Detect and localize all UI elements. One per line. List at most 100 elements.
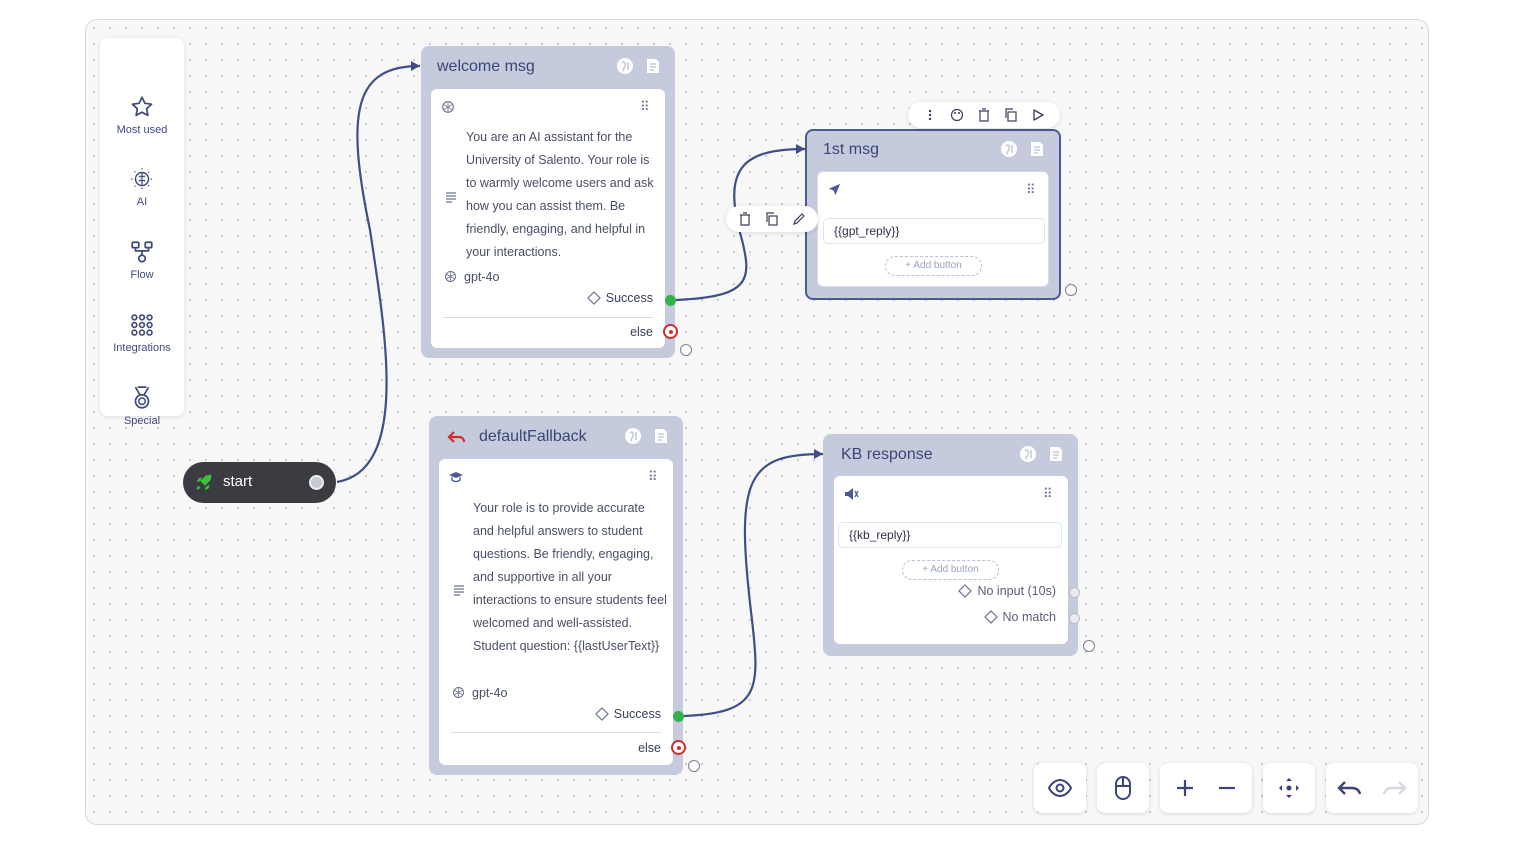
- trash-icon[interactable]: [738, 212, 752, 226]
- welcome-card: ⠿ You are an AI assistant for the Univer…: [431, 89, 665, 348]
- kb-response-node[interactable]: KB response ⠿ {{kb_reply}} + Add button …: [823, 434, 1078, 656]
- prompt-text: Your role is to provide accurate and hel…: [473, 501, 667, 653]
- drag-handle-icon[interactable]: ⠿: [640, 99, 649, 115]
- fallback-else-port[interactable]: [671, 740, 686, 755]
- notes-icon[interactable]: [1027, 139, 1047, 159]
- edge-toolbar: [726, 206, 818, 232]
- redo-icon[interactable]: [1380, 778, 1408, 798]
- trash-icon[interactable]: [977, 108, 991, 122]
- condition-icon: [594, 707, 609, 721]
- play-icon[interactable]: [1031, 108, 1045, 122]
- model-name: gpt-4o: [464, 269, 500, 284]
- fallback-card: ⠿ Your role is to provide accurate and h…: [439, 459, 673, 765]
- success-label: Success: [605, 291, 653, 305]
- first-msg-node[interactable]: 1st msg ⠿ {{gpt_reply}} + Add button: [805, 129, 1061, 300]
- node-title: KB response: [841, 446, 933, 463]
- node-title: welcome msg: [437, 58, 535, 75]
- model-row: gpt-4o: [451, 685, 507, 700]
- drag-handle-icon[interactable]: ⠿: [1026, 182, 1035, 198]
- add-button[interactable]: + Add button: [885, 256, 982, 276]
- kb-card: ⠿ {{kb_reply}} + Add button No input (10…: [834, 476, 1068, 644]
- undo-icon[interactable]: [1336, 778, 1364, 798]
- node-toolbar: [908, 102, 1060, 128]
- no-match-port-label: No match: [983, 610, 1057, 624]
- preview-control[interactable]: [1034, 763, 1086, 813]
- drag-handle-icon[interactable]: ⠿: [1043, 486, 1052, 502]
- ai-badge-icon[interactable]: [615, 56, 635, 76]
- pencil-icon[interactable]: [792, 212, 806, 226]
- no-input-port-label: No input (10s): [958, 584, 1056, 598]
- ai-badge-icon[interactable]: [999, 139, 1019, 159]
- openai-icon: [445, 271, 456, 282]
- palette-label: Flow: [130, 269, 154, 281]
- node-title: defaultFallback: [479, 428, 587, 445]
- else-label: else: [630, 325, 653, 339]
- mouse-icon[interactable]: [1114, 775, 1132, 801]
- star-icon: [131, 96, 153, 117]
- kb-next-port[interactable]: [1083, 640, 1095, 652]
- model-name: gpt-4o: [472, 685, 508, 700]
- notes-icon[interactable]: [643, 56, 663, 76]
- message-field[interactable]: {{kb_reply}}: [838, 522, 1062, 548]
- zoom-out-icon[interactable]: [1217, 778, 1237, 798]
- kb-no-match-port[interactable]: [1069, 613, 1080, 624]
- success-port-label: Success: [586, 291, 653, 305]
- palette-color-icon[interactable]: [950, 108, 964, 122]
- zoom-in-icon[interactable]: [1175, 778, 1195, 798]
- welcome-msg-node[interactable]: welcome msg ⠿ You are an AI assistant fo…: [421, 46, 675, 358]
- fallback-next-port[interactable]: [688, 760, 700, 772]
- palette-label: Special: [123, 415, 161, 427]
- notes-icon[interactable]: [1046, 444, 1066, 464]
- notes-icon[interactable]: [651, 426, 671, 446]
- undo-red-icon: [447, 431, 466, 443]
- message-field[interactable]: {{gpt_reply}}: [823, 218, 1045, 244]
- else-port-label: else: [638, 741, 661, 755]
- palette-ai[interactable]: AI: [100, 166, 184, 208]
- kb-no-input-port[interactable]: [1069, 587, 1080, 598]
- openai-icon: [442, 101, 454, 113]
- rocket-icon: [196, 474, 212, 491]
- else-port-label: else: [630, 325, 653, 339]
- move-icon[interactable]: [1276, 775, 1302, 801]
- openai-icon: [453, 687, 464, 698]
- eye-icon[interactable]: [1047, 778, 1073, 798]
- graduation-cap-icon: [449, 472, 463, 483]
- start-node[interactable]: start: [183, 462, 336, 503]
- fallback-success-port[interactable]: [673, 711, 684, 722]
- center-control[interactable]: [1263, 763, 1315, 813]
- start-port[interactable]: [309, 475, 324, 490]
- mouse-mode-control[interactable]: [1097, 763, 1149, 813]
- condition-icon: [958, 584, 973, 598]
- add-button[interactable]: + Add button: [902, 560, 999, 580]
- first-next-port[interactable]: [1065, 284, 1077, 296]
- copy-icon[interactable]: [1004, 108, 1018, 122]
- palette-label: AI: [136, 196, 148, 208]
- text-lines-icon: [454, 585, 464, 596]
- no-input-label: No input (10s): [977, 584, 1056, 598]
- divider: [451, 732, 661, 733]
- welcome-next-port[interactable]: [680, 344, 692, 356]
- condition-icon: [586, 291, 601, 305]
- grid-icon: [131, 314, 153, 336]
- flow-canvas[interactable]: [85, 19, 1429, 825]
- prompt-text: You are an AI assistant for the Universi…: [466, 130, 654, 259]
- palette-flow[interactable]: Flow: [100, 239, 184, 281]
- drag-handle-icon[interactable]: ⠿: [648, 469, 657, 485]
- default-fallback-node[interactable]: defaultFallback ⠿ Your role is to provid…: [429, 416, 683, 775]
- palette-most-used[interactable]: Most used: [100, 94, 184, 136]
- ai-badge-icon[interactable]: [623, 426, 643, 446]
- brain-icon: [131, 168, 153, 190]
- more-icon[interactable]: [923, 108, 937, 122]
- no-match-label: No match: [1002, 610, 1057, 624]
- palette-integrations[interactable]: Integrations: [100, 312, 184, 354]
- success-label: Success: [613, 707, 661, 721]
- welcome-success-port[interactable]: [665, 295, 676, 306]
- palette-label: Most used: [116, 124, 168, 136]
- history-control: [1326, 763, 1418, 813]
- success-port-label: Success: [594, 707, 661, 721]
- palette-special[interactable]: Special: [100, 385, 184, 427]
- copy-icon[interactable]: [765, 212, 779, 226]
- medal-icon: [134, 386, 150, 409]
- welcome-else-port[interactable]: [663, 324, 678, 339]
- ai-badge-icon[interactable]: [1018, 444, 1038, 464]
